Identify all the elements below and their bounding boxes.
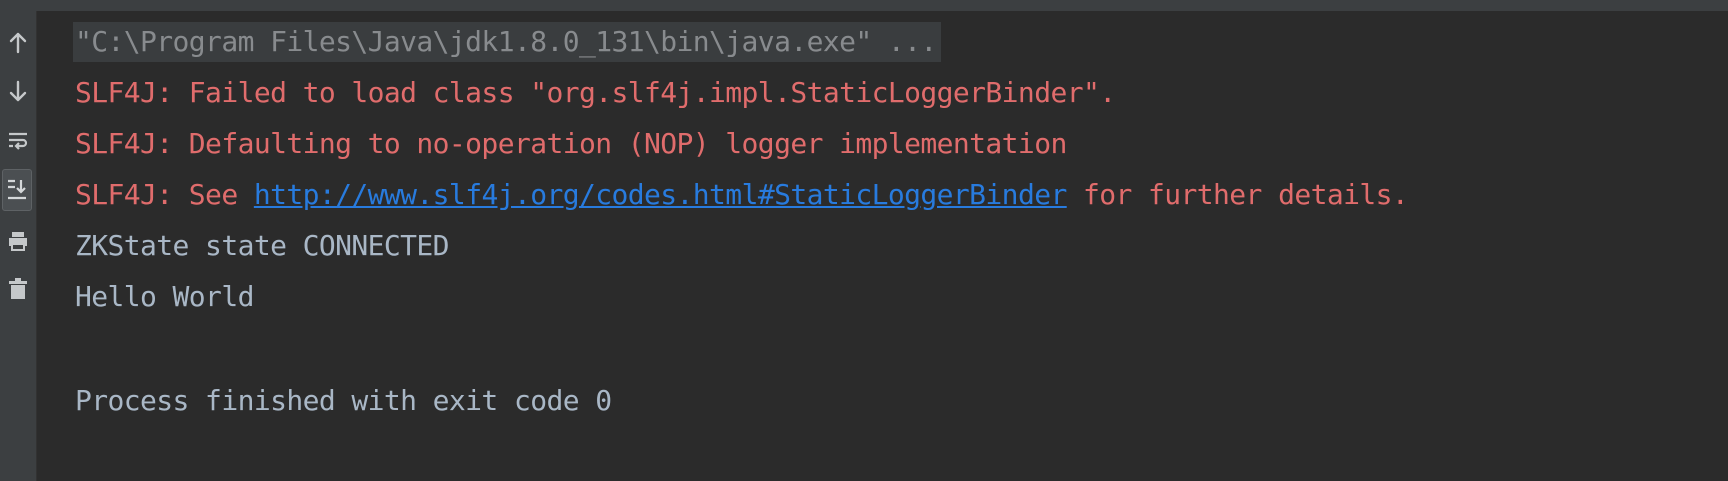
stderr-text: SLF4J: See: [75, 178, 254, 211]
soft-wrap-button[interactable]: [0, 123, 36, 159]
stdout-line: Hello World: [75, 280, 254, 313]
scroll-to-end-button[interactable]: [2, 169, 32, 211]
scroll-to-end-icon: [6, 178, 28, 202]
tool-window-header-edge: [0, 0, 1728, 11]
stderr-line: SLF4J: Failed to load class "org.slf4j.i…: [75, 76, 1116, 109]
trash-icon: [7, 277, 29, 301]
console-output[interactable]: "C:\Program Files\Java\jdk1.8.0_131\bin\…: [37, 11, 1728, 481]
process-exit-line: Process finished with exit code 0: [75, 384, 612, 417]
clear-all-button[interactable]: [0, 271, 36, 307]
print-button[interactable]: [0, 223, 36, 259]
arrow-up-icon: [8, 32, 28, 54]
stderr-line: SLF4J: Defaulting to no-operation (NOP) …: [75, 127, 1067, 160]
print-icon: [7, 230, 29, 252]
command-line[interactable]: "C:\Program Files\Java\jdk1.8.0_131\bin\…: [73, 22, 941, 62]
stdout-line: ZKState state CONNECTED: [75, 229, 450, 262]
slf4j-codes-link[interactable]: http://www.slf4j.org/codes.html#StaticLo…: [254, 178, 1067, 211]
arrow-down-icon: [8, 80, 28, 102]
run-console-window: "C:\Program Files\Java\jdk1.8.0_131\bin\…: [0, 0, 1728, 481]
stderr-line: SLF4J: See http://www.slf4j.org/codes.ht…: [75, 175, 1409, 215]
soft-wrap-icon: [7, 130, 29, 152]
scroll-up-button[interactable]: [0, 25, 36, 61]
stderr-text: for further details.: [1066, 178, 1409, 211]
console-toolbar: [0, 11, 37, 481]
scroll-down-button[interactable]: [0, 73, 36, 109]
